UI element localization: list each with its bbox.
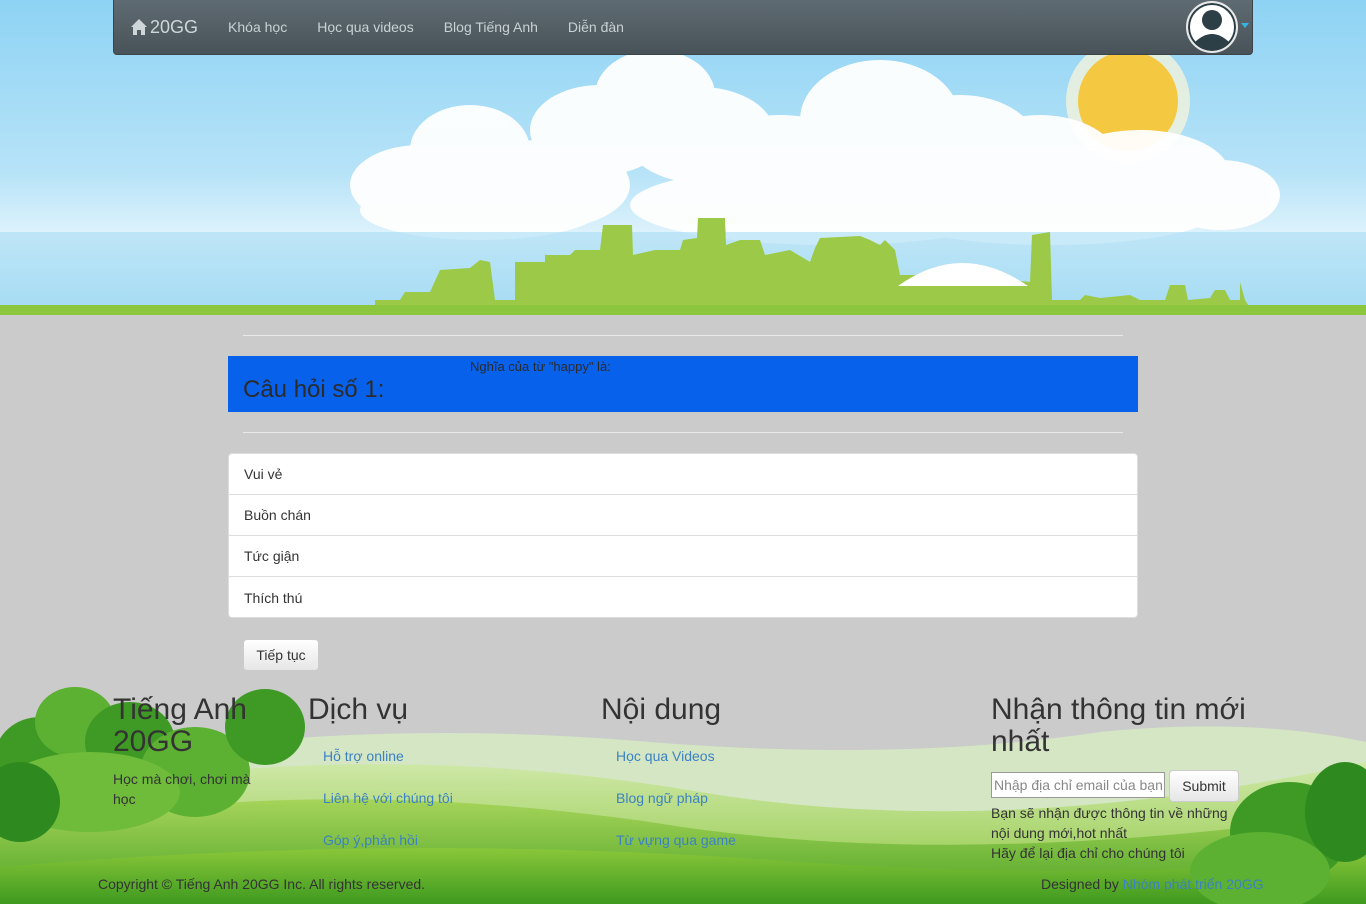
answer-option[interactable]: Thích thú <box>229 577 1137 618</box>
answer-option[interactable]: Vui vẻ <box>229 454 1137 495</box>
footer-link-grammar-blog[interactable]: Blog ngữ pháp <box>616 790 708 806</box>
question-box: Câu hỏi số 1: Nghĩa của từ "happy" là: <box>228 356 1138 412</box>
user-avatar[interactable] <box>1186 1 1238 53</box>
footer-newsletter-title: Nhận thông tin mới nhất <box>991 693 1246 758</box>
answer-list: Vui vẻ Buồn chán Tức giận Thích thú <box>228 453 1138 618</box>
chevron-down-icon[interactable] <box>1241 23 1249 28</box>
answer-option[interactable]: Buồn chán <box>229 495 1137 536</box>
footer-link-contact[interactable]: Liên hệ với chúng tôi <box>323 790 453 806</box>
next-button[interactable]: Tiếp tục <box>243 639 319 671</box>
user-icon <box>1188 3 1236 51</box>
footer: Tiếng Anh 20GG Học mà chơi, chơi mà học … <box>0 672 1366 904</box>
copyright-text: Copyright © Tiếng Anh 20GG Inc. All righ… <box>98 876 426 892</box>
footer-about-text: Học mà chơi, chơi mà học <box>113 771 251 807</box>
brand-label: 20GG <box>150 16 199 37</box>
footer-about-title: Tiếng Anh 20GG <box>113 693 247 758</box>
home-icon <box>131 19 147 35</box>
designed-by-link[interactable]: Nhóm phát triển 20GG <box>1123 876 1264 892</box>
nav-item-blog[interactable]: Blog Tiếng Anh <box>444 19 538 35</box>
footer-link-feedback[interactable]: Góp ý,phản hồi <box>323 832 418 848</box>
divider-bottom <box>243 432 1123 433</box>
footer-link-videos[interactable]: Học qua Videos <box>616 748 715 764</box>
nav-item-courses[interactable]: Khóa học <box>228 19 287 35</box>
newsletter-info-text: Bạn sẽ nhận được thông tin về những nội … <box>991 805 1228 841</box>
nav-item-videos[interactable]: Học qua videos <box>317 19 414 35</box>
answer-option[interactable]: Tức giận <box>229 536 1137 577</box>
brand-link[interactable]: 20GG <box>130 17 198 38</box>
submit-button[interactable]: Submit <box>1169 770 1239 802</box>
question-text: Nghĩa của từ "happy" là: <box>470 359 611 374</box>
designed-by: Designed by Nhóm phát triển 20GG <box>1041 876 1264 892</box>
newsletter-cta-text: Hãy để lại địa chỉ cho chúng tôi <box>991 845 1185 861</box>
footer-link-vocab-game[interactable]: Từ vựng qua game <box>616 832 736 848</box>
footer-link-support[interactable]: Hỗ trợ online <box>323 748 404 764</box>
divider-top <box>243 335 1123 336</box>
nav-item-forum[interactable]: Diễn đàn <box>568 19 624 35</box>
question-title: Câu hỏi số 1: <box>243 376 385 403</box>
email-input[interactable] <box>991 772 1165 798</box>
designed-by-label: Designed by <box>1041 876 1123 892</box>
top-navbar: 20GG Khóa học Học qua videos Blog Tiếng … <box>113 0 1253 55</box>
footer-services-title: Dịch vụ <box>308 693 409 726</box>
grass-strip <box>0 305 1366 315</box>
footer-content-title: Nội dung <box>601 693 722 726</box>
